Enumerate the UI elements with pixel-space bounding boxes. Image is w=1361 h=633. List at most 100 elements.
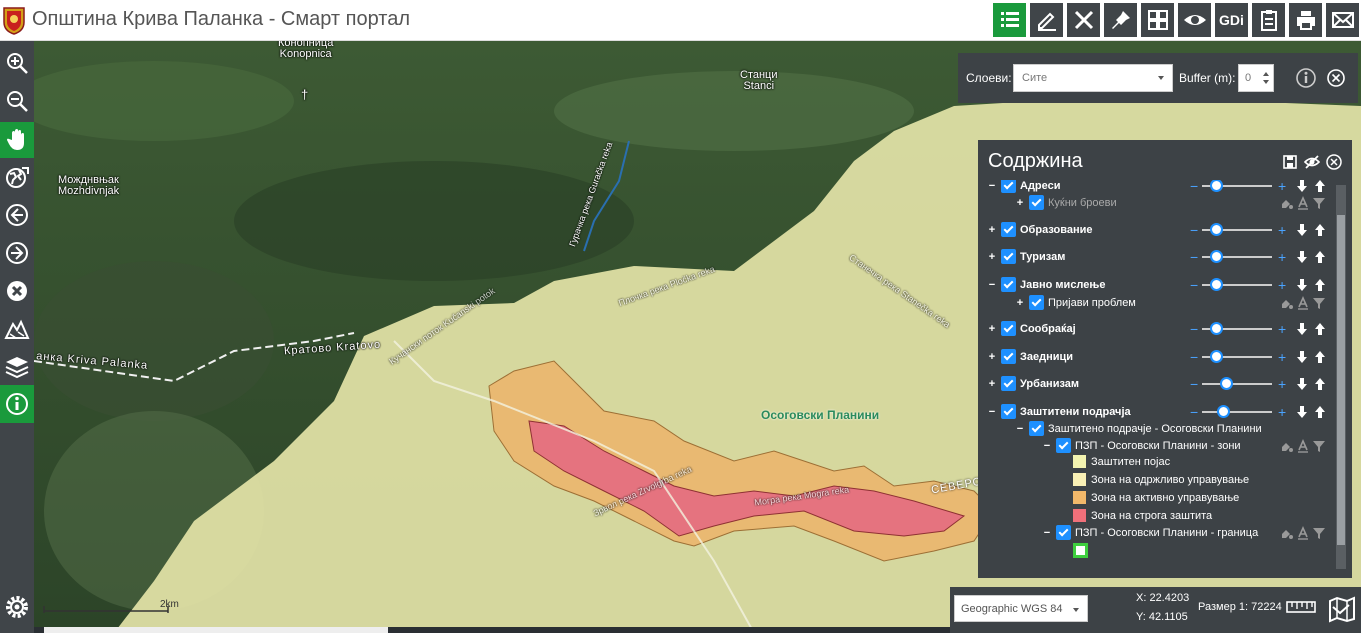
- clipboard-button[interactable]: [1252, 3, 1285, 37]
- opacity-decrease[interactable]: −: [1190, 221, 1198, 239]
- opacity-slider[interactable]: [1202, 377, 1272, 390]
- text-label-icon[interactable]: [1296, 526, 1310, 540]
- slider-knob[interactable]: [1210, 322, 1223, 335]
- layout-button[interactable]: [1141, 3, 1174, 37]
- opacity-increase[interactable]: +: [1278, 221, 1286, 239]
- layer-checkbox[interactable]: [1001, 180, 1016, 193]
- layer-row-turizam[interactable]: + Туризам − +: [978, 248, 1334, 266]
- opacity-slider[interactable]: [1202, 322, 1272, 335]
- close-icon[interactable]: [1326, 68, 1346, 88]
- text-label-icon[interactable]: [1296, 296, 1310, 310]
- collapse-toggle[interactable]: −: [986, 276, 998, 294]
- text-label-icon[interactable]: [1296, 196, 1310, 210]
- filter-icon[interactable]: [1312, 526, 1326, 540]
- print-button[interactable]: [1289, 3, 1322, 37]
- layer-row-zaednici[interactable]: + Заедници − +: [978, 348, 1334, 366]
- arrow-up-icon[interactable]: [1314, 278, 1326, 292]
- slider-knob[interactable]: [1220, 377, 1233, 390]
- opacity-increase[interactable]: +: [1278, 248, 1286, 266]
- arrow-down-icon[interactable]: [1296, 377, 1308, 391]
- paint-icon[interactable]: [1280, 296, 1294, 310]
- arrow-up-icon[interactable]: [1314, 350, 1326, 364]
- map-overview-icon[interactable]: [1328, 595, 1356, 623]
- layer-checkbox[interactable]: [1056, 438, 1071, 453]
- opacity-slider[interactable]: [1202, 405, 1272, 418]
- close-icon[interactable]: [1326, 154, 1342, 170]
- opacity-increase[interactable]: +: [1278, 320, 1286, 338]
- expand-toggle[interactable]: +: [986, 221, 998, 239]
- back-button[interactable]: [0, 197, 34, 233]
- expand-toggle[interactable]: +: [986, 248, 998, 266]
- terrain-button[interactable]: [0, 311, 34, 347]
- spinner-icon[interactable]: [1262, 70, 1270, 86]
- slider-knob[interactable]: [1217, 405, 1230, 418]
- opacity-decrease[interactable]: −: [1190, 320, 1198, 338]
- layer-checkbox[interactable]: [1029, 195, 1044, 210]
- opacity-increase[interactable]: +: [1278, 403, 1286, 421]
- info-button[interactable]: [0, 385, 34, 423]
- layer-row-obrazovanie[interactable]: + Образование − +: [978, 221, 1334, 239]
- globe-button[interactable]: [0, 160, 34, 196]
- opacity-increase[interactable]: +: [1278, 180, 1286, 195]
- arrow-down-icon[interactable]: [1296, 250, 1308, 264]
- opacity-slider[interactable]: [1202, 180, 1272, 192]
- filter-icon[interactable]: [1312, 296, 1326, 310]
- opacity-decrease[interactable]: −: [1190, 375, 1198, 393]
- opacity-decrease[interactable]: −: [1190, 180, 1198, 195]
- panel-scrollbar[interactable]: [1336, 185, 1346, 569]
- paint-icon[interactable]: [1280, 526, 1294, 540]
- arrow-down-icon[interactable]: [1296, 278, 1308, 292]
- gdi-button[interactable]: GDi: [1215, 3, 1248, 37]
- pin-button[interactable]: [1104, 3, 1137, 37]
- arrow-up-icon[interactable]: [1314, 322, 1326, 336]
- eye-off-icon[interactable]: [1304, 154, 1320, 170]
- save-icon[interactable]: [1282, 154, 1298, 170]
- collapse-toggle[interactable]: −: [986, 403, 998, 421]
- collapse-toggle[interactable]: −: [986, 180, 998, 195]
- arrow-up-icon[interactable]: [1314, 180, 1326, 193]
- opacity-decrease[interactable]: −: [1190, 248, 1198, 266]
- slider-knob[interactable]: [1210, 278, 1223, 291]
- filter-icon[interactable]: [1312, 196, 1326, 210]
- layer-checkbox[interactable]: [1029, 295, 1044, 310]
- filter-icon[interactable]: [1312, 439, 1326, 453]
- layer-row-adresi[interactable]: − Адреси − +: [978, 180, 1334, 195]
- layer-checkbox[interactable]: [1001, 321, 1016, 336]
- layer-row-soobrakaj[interactable]: + Сообраќај − +: [978, 320, 1334, 338]
- slider-knob[interactable]: [1210, 223, 1223, 236]
- municipality-logo[interactable]: [2, 5, 26, 35]
- layers-button[interactable]: [0, 348, 34, 384]
- layer-checkbox[interactable]: [1029, 421, 1044, 436]
- layer-row-prijavi-problem[interactable]: + Пријави проблем: [978, 294, 1334, 312]
- collapse-toggle[interactable]: −: [1041, 524, 1053, 542]
- opacity-increase[interactable]: +: [1278, 375, 1286, 393]
- layer-checkbox[interactable]: [1001, 222, 1016, 237]
- opacity-increase[interactable]: +: [1278, 276, 1286, 294]
- layers-select[interactable]: Сите: [1013, 64, 1173, 92]
- scrollbar-thumb[interactable]: [1337, 215, 1345, 545]
- crs-select[interactable]: Geographic WGS 84: [954, 595, 1088, 622]
- layer-row-urbanizam[interactable]: + Урбанизам − +: [978, 375, 1334, 393]
- clear-button[interactable]: [0, 273, 34, 309]
- ruler-icon[interactable]: [1286, 599, 1316, 615]
- opacity-slider[interactable]: [1202, 350, 1272, 363]
- view-button[interactable]: [1178, 3, 1211, 37]
- opacity-decrease[interactable]: −: [1190, 403, 1198, 421]
- arrow-up-icon[interactable]: [1314, 250, 1326, 264]
- arrow-down-icon[interactable]: [1296, 405, 1308, 419]
- zoom-out-button[interactable]: [0, 83, 34, 119]
- layer-row-javno-mislenje[interactable]: − Јавно мислење − +: [978, 276, 1334, 294]
- slider-knob[interactable]: [1210, 180, 1223, 192]
- pan-button[interactable]: [0, 122, 34, 158]
- layer-row-kukni-broevi[interactable]: + Куќни броеви: [978, 194, 1334, 212]
- slider-knob[interactable]: [1210, 250, 1223, 263]
- expand-toggle[interactable]: +: [1014, 294, 1026, 312]
- opacity-slider[interactable]: [1202, 223, 1272, 236]
- layer-checkbox[interactable]: [1001, 349, 1016, 364]
- paint-icon[interactable]: [1280, 439, 1294, 453]
- layer-row-pzp-granica[interactable]: − ПЗП - Осоговски Планини - граница: [978, 524, 1334, 542]
- opacity-decrease[interactable]: −: [1190, 348, 1198, 366]
- layer-checkbox[interactable]: [1056, 525, 1071, 540]
- arrow-down-icon[interactable]: [1296, 180, 1308, 193]
- list-button[interactable]: [993, 3, 1026, 37]
